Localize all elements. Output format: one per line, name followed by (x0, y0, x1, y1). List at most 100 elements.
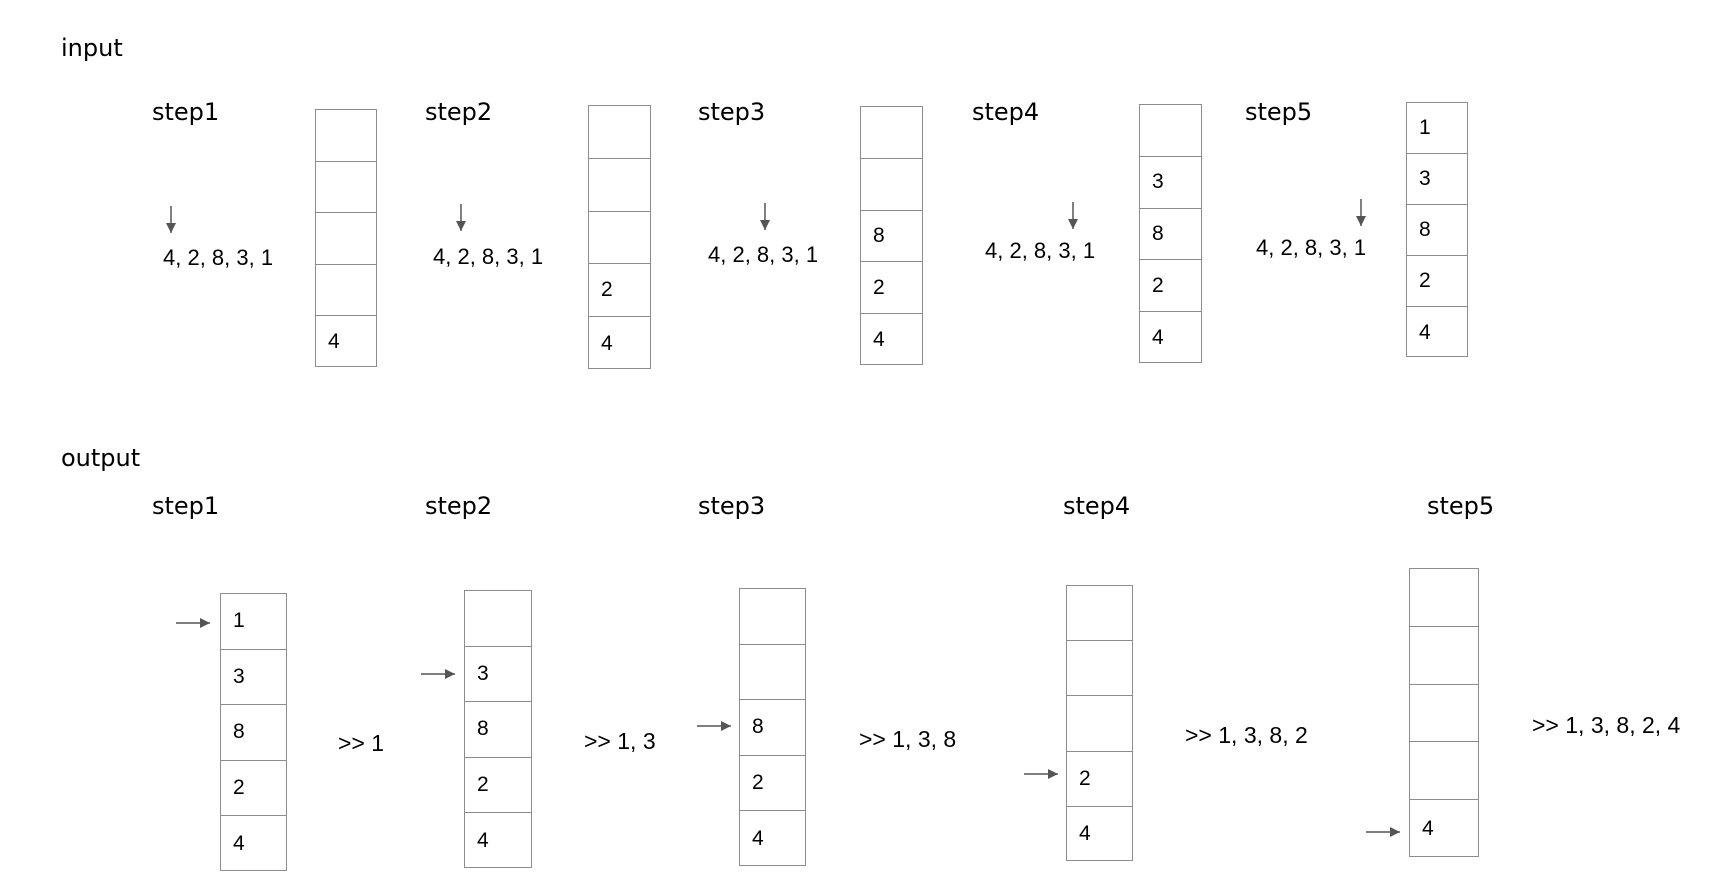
output-stack: 3 8 2 4 (464, 590, 532, 868)
output-step-label: step4 (1063, 492, 1131, 520)
stack-cell: 4 (1067, 807, 1132, 862)
input-sequence: 4, 2, 8, 3, 1 (708, 242, 819, 267)
input-section-label: input (61, 34, 123, 62)
output-result: >> 1, 3, 8, 2 (1185, 722, 1308, 748)
stack-cell (1067, 586, 1132, 642)
input-stack: 4 (315, 109, 377, 367)
stack-cell (589, 106, 650, 159)
stack-cell-value: 8 (873, 223, 885, 247)
stack-cell-value: 2 (1152, 273, 1164, 297)
stack-cell-value: 4 (233, 832, 245, 856)
stack-cell-value: 8 (477, 717, 489, 741)
stack-cell (1410, 569, 1478, 627)
stack-cell-value: 3 (477, 661, 489, 685)
stack-cell: 1 (1407, 103, 1467, 154)
output-stack: 4 (1409, 568, 1479, 857)
stack-cell (1067, 696, 1132, 752)
output-step-label: step2 (425, 492, 493, 520)
output-stack: 1 3 8 2 4 (220, 593, 287, 871)
stack-cell: 4 (589, 317, 650, 370)
input-step-label: step4 (972, 98, 1040, 126)
input-sequence: 4, 2, 8, 3, 1 (985, 238, 1096, 263)
input-stack: 8 2 4 (860, 106, 923, 365)
stack-cell (1410, 627, 1478, 685)
stack-cell: 3 (465, 647, 531, 703)
stack-cell: 2 (589, 264, 650, 318)
stack-cell (861, 159, 922, 211)
stack-cell-value: 2 (752, 771, 764, 795)
stack-cell: 4 (1140, 312, 1201, 364)
stack-cell (1140, 105, 1201, 157)
stack-cell (1410, 685, 1478, 743)
input-sequence: 4, 2, 8, 3, 1 (433, 244, 544, 269)
stack-cell: 4 (740, 811, 805, 867)
stack-cell (589, 159, 650, 212)
output-result: >> 1, 3, 8, 2, 4 (1532, 712, 1681, 738)
stack-cell (1067, 641, 1132, 697)
stack-cell-value: 4 (1079, 822, 1091, 846)
stack-cell-value: 3 (1152, 170, 1164, 194)
stack-cell (740, 589, 805, 645)
stack-cell (316, 213, 376, 265)
stack-cell: 2 (740, 756, 805, 812)
stack-cell: 4 (221, 816, 286, 872)
output-stack: 24 (1066, 585, 1133, 861)
stack-cell-value: 8 (1152, 221, 1164, 245)
stack-cell-value: 8 (233, 720, 245, 744)
input-stack: 1 3 8 2 4 (1406, 102, 1468, 357)
output-section-label: output (61, 444, 141, 472)
stack-cell-value: 8 (1419, 218, 1431, 241)
stack-cell-value: 4 (1422, 817, 1434, 841)
output-result: >> 1, 3 (584, 728, 656, 754)
stack-cell-value: 4 (601, 331, 613, 355)
stack-cell: 2 (465, 758, 531, 814)
stack-cell-value: 3 (233, 664, 245, 688)
stack-cell-value: 4 (1152, 326, 1164, 350)
input-step-label: step1 (152, 98, 220, 126)
stack-cell: 4 (465, 813, 531, 869)
stack-cell: 4 (1407, 307, 1467, 358)
stack-cell: 2 (1407, 256, 1467, 307)
stack-cell-value: 3 (1419, 167, 1431, 190)
stack-cell-value: 2 (233, 776, 245, 800)
input-sequence: 4, 2, 8, 3, 1 (1256, 235, 1367, 260)
stack-cell: 4 (1410, 800, 1478, 858)
stack-cell: 2 (861, 262, 922, 315)
stack-cell: 3 (221, 650, 286, 706)
output-stack: 8 2 4 (739, 588, 806, 866)
stack-cell: 4 (861, 314, 922, 366)
stack-cell-value: 2 (1079, 766, 1091, 790)
output-step-label: step5 (1427, 492, 1495, 520)
input-step-label: step3 (698, 98, 766, 126)
stack-cell-value: 2 (601, 278, 613, 302)
right-arrow-icon (1366, 827, 1400, 837)
input-stack: 24 (588, 105, 651, 369)
stack-cell (861, 107, 922, 159)
output-step-label: step3 (698, 492, 766, 520)
input-step-label: step5 (1245, 98, 1313, 126)
stack-cell: 8 (861, 211, 922, 263)
stack-cell-value: 2 (477, 773, 489, 797)
input-sequence: 4, 2, 8, 3, 1 (163, 245, 274, 270)
stack-cell: 8 (1140, 209, 1201, 261)
stack-cell: 8 (465, 702, 531, 758)
stack-cell: 8 (740, 700, 805, 756)
stack-cell-value: 8 (752, 715, 764, 739)
stack-cell (316, 110, 376, 162)
stack-cell-value: 4 (328, 330, 340, 354)
stack-cell-value: 1 (1419, 116, 1431, 139)
output-step-label: step1 (152, 492, 220, 520)
stack-cell-value: 2 (873, 275, 885, 299)
output-result: >> 1 (338, 730, 385, 756)
stack-cell (740, 645, 805, 701)
output-result: >> 1, 3, 8 (859, 726, 957, 752)
stack-cell: 8 (1407, 205, 1467, 256)
stack-cell-value: 4 (752, 827, 764, 851)
stack-cell: 1 (221, 594, 286, 650)
stack-cell (589, 212, 650, 265)
stack-cell: 2 (1067, 752, 1132, 807)
stack-cell: 8 (221, 705, 286, 761)
stack-cell (1410, 742, 1478, 801)
stack-cell (465, 591, 531, 647)
stack-cell-value: 4 (477, 829, 489, 853)
